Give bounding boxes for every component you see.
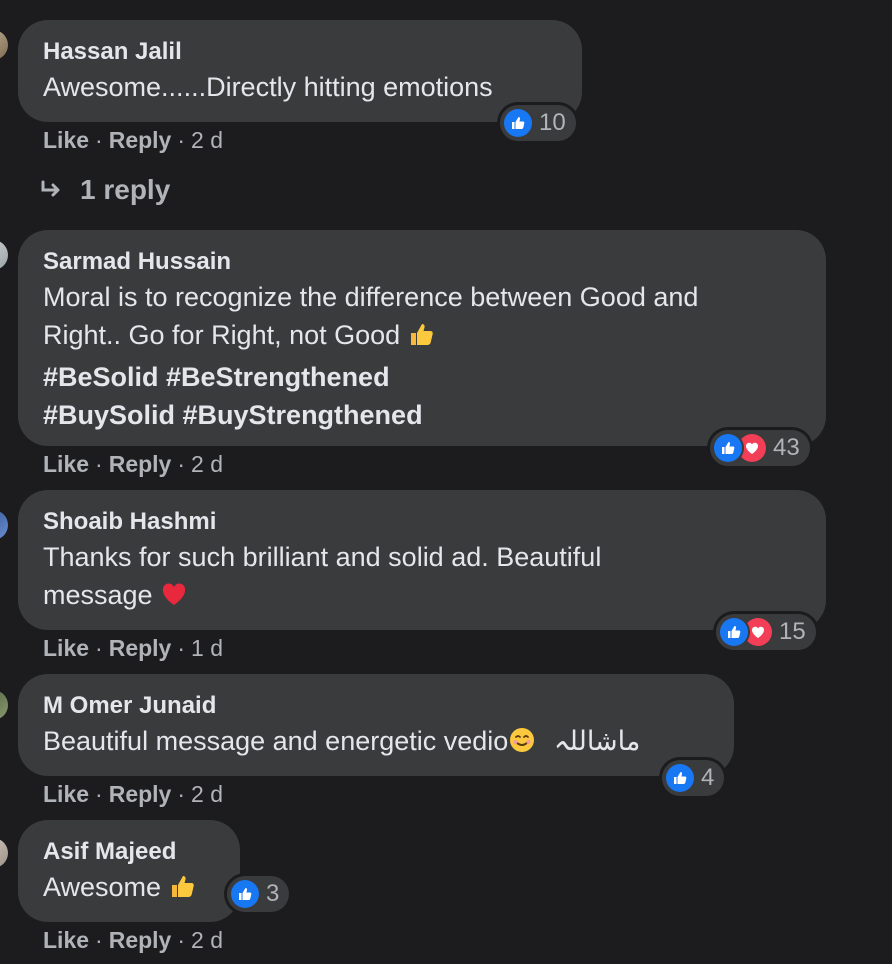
comment-timestamp[interactable]: 2 d <box>191 925 223 955</box>
comment-text-line: Thanks for such brilliant and solid ad. … <box>43 542 602 572</box>
reaction-summary[interactable]: 43 <box>710 430 810 466</box>
comment-text-segment: Right.. Go for Right, not Good <box>43 320 401 350</box>
separator-dot: · <box>177 635 186 661</box>
comment-timestamp[interactable]: 2 d <box>191 779 223 809</box>
thumbs-up-icon <box>666 764 694 792</box>
comment-text-line: Right.. Go for Right, not Good <box>43 316 802 358</box>
comment-text-segment: Beautiful message and energetic vedio <box>43 726 509 756</box>
reaction-count: 3 <box>266 880 280 907</box>
separator-dot: · <box>177 127 186 153</box>
avatar[interactable] <box>0 510 8 540</box>
separator-dot: · <box>177 451 186 477</box>
reaction-summary[interactable]: 3 <box>227 876 290 912</box>
reply-button[interactable]: Reply <box>109 449 172 479</box>
comment-bubble: Shoaib Hashmi Thanks for such brilliant … <box>18 490 826 630</box>
comment-text: Awesome......Directly hitting emotions <box>43 72 493 102</box>
view-replies-link[interactable]: 1 reply <box>40 174 170 206</box>
thumbs-up-icon <box>714 434 742 462</box>
like-button[interactable]: Like <box>43 449 89 479</box>
like-button[interactable]: Like <box>43 125 89 155</box>
separator-dot: · <box>177 927 186 953</box>
comment-author[interactable]: Asif Majeed <box>43 836 216 868</box>
comment-actions: Like · Reply · 2 d <box>43 779 223 809</box>
comment-text-line: Moral is to recognize the difference bet… <box>43 282 699 312</box>
comment-text-line: Beautiful message and energetic vedio ما… <box>43 722 710 764</box>
comment-bubble: Asif Majeed Awesome <box>18 820 240 922</box>
comment-author[interactable]: Sarmad Hussain <box>43 246 802 278</box>
comment-timestamp[interactable]: 2 d <box>191 449 223 479</box>
avatar[interactable] <box>0 838 8 868</box>
heart-icon <box>738 434 766 462</box>
replies-count-label: 1 reply <box>80 174 171 205</box>
comments-feed: Hassan Jalil Awesome......Directly hitti… <box>0 0 892 964</box>
thumbs-up-icon <box>504 109 532 137</box>
comment-author[interactable]: Shoaib Hashmi <box>43 506 802 538</box>
separator-dot: · <box>95 451 103 477</box>
comment-actions: Like · Reply · 2 d <box>43 449 223 479</box>
hashtag-line[interactable]: #BeSolid #BeStrengthened <box>43 358 802 396</box>
avatar[interactable] <box>0 690 8 720</box>
reaction-count: 43 <box>773 434 800 461</box>
reaction-summary[interactable]: 10 <box>500 105 576 141</box>
separator-dot: · <box>95 781 103 807</box>
thumbs-up-icon <box>231 880 259 908</box>
reaction-count: 15 <box>779 618 806 645</box>
comment-author[interactable]: Hassan Jalil <box>43 36 558 68</box>
comment-text-arabic: ماشاللہ <box>553 726 641 757</box>
comment-bubble: M Omer Junaid Beautiful message and ener… <box>18 674 734 776</box>
comment-timestamp[interactable]: 1 d <box>191 633 223 663</box>
reply-button[interactable]: Reply <box>109 925 172 955</box>
comment-bubble: Sarmad Hussain Moral is to recognize the… <box>18 230 826 446</box>
reply-arrow-icon <box>41 180 60 197</box>
thumbs-up-emoji-icon <box>169 872 197 910</box>
comment-author[interactable]: M Omer Junaid <box>43 690 710 722</box>
separator-dot: · <box>95 635 103 661</box>
like-button[interactable]: Like <box>43 633 89 663</box>
reaction-summary[interactable]: 15 <box>716 614 816 650</box>
smiling-face-emoji-icon <box>508 726 536 764</box>
reply-button[interactable]: Reply <box>109 633 172 663</box>
reply-button[interactable]: Reply <box>109 779 172 809</box>
comment-timestamp[interactable]: 2 d <box>191 125 223 155</box>
heart-icon <box>744 618 772 646</box>
comment-bubble: Hassan Jalil Awesome......Directly hitti… <box>18 20 582 122</box>
thumbs-up-icon <box>720 618 748 646</box>
separator-dot: · <box>95 927 103 953</box>
comment-text-segment: message <box>43 580 153 610</box>
comment-text-segment: Awesome <box>43 872 162 902</box>
avatar[interactable] <box>0 30 8 60</box>
comment-actions: Like · Reply · 1 d <box>43 633 223 663</box>
red-heart-emoji-icon <box>160 580 188 618</box>
like-button[interactable]: Like <box>43 925 89 955</box>
comment-text-line: message <box>43 576 802 618</box>
comment-actions: Like · Reply · 2 d <box>43 925 223 955</box>
reaction-summary[interactable]: 4 <box>662 760 725 796</box>
reaction-count: 4 <box>701 764 715 791</box>
comment-text-line: Awesome <box>43 868 216 910</box>
separator-dot: · <box>95 127 103 153</box>
reply-button[interactable]: Reply <box>109 125 172 155</box>
reaction-count: 10 <box>539 109 566 136</box>
avatar[interactable] <box>0 240 8 270</box>
separator-dot: · <box>177 781 186 807</box>
like-button[interactable]: Like <box>43 779 89 809</box>
thumbs-up-emoji-icon <box>408 320 436 358</box>
comment-actions: Like · Reply · 2 d <box>43 125 223 155</box>
hashtag-line[interactable]: #BuySolid #BuyStrengthened <box>43 396 802 434</box>
